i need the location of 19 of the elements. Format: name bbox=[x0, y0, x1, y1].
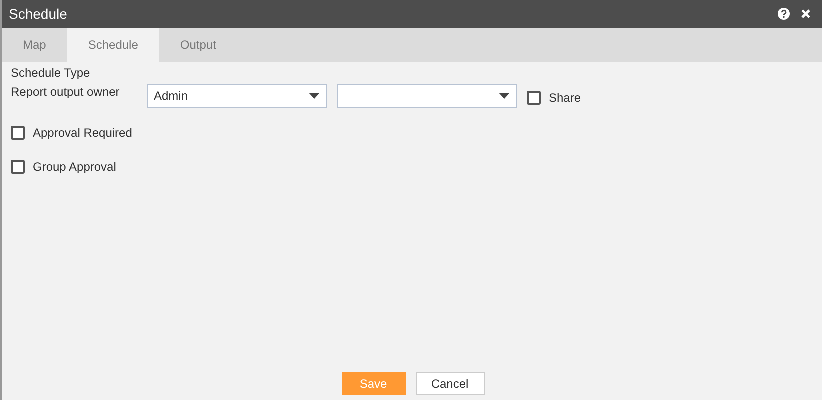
close-icon[interactable] bbox=[801, 9, 811, 19]
caret-icon bbox=[309, 93, 320, 99]
save-button[interactable]: Save bbox=[342, 372, 406, 395]
checkbox-label: Group Approval bbox=[33, 160, 116, 174]
checkbox-label: Share bbox=[549, 91, 582, 105]
caret-icon bbox=[499, 93, 510, 99]
cancel-button[interactable]: Cancel bbox=[416, 372, 484, 395]
checkbox[interactable] bbox=[11, 160, 25, 174]
checkbox[interactable] bbox=[11, 126, 25, 140]
checkbox[interactable] bbox=[527, 91, 541, 105]
dropdown[interactable]: Admin bbox=[147, 84, 327, 108]
checkbox-label: Approval Required bbox=[33, 126, 132, 140]
help-icon[interactable] bbox=[778, 8, 790, 20]
tab[interactable]: Output bbox=[159, 28, 238, 62]
tab[interactable]: Schedule bbox=[67, 28, 160, 62]
window-title: Schedule bbox=[9, 6, 68, 22]
field-label: Report output owner bbox=[11, 84, 121, 99]
section-title: Schedule Type bbox=[11, 66, 92, 82]
tab[interactable]: Map bbox=[2, 28, 68, 62]
